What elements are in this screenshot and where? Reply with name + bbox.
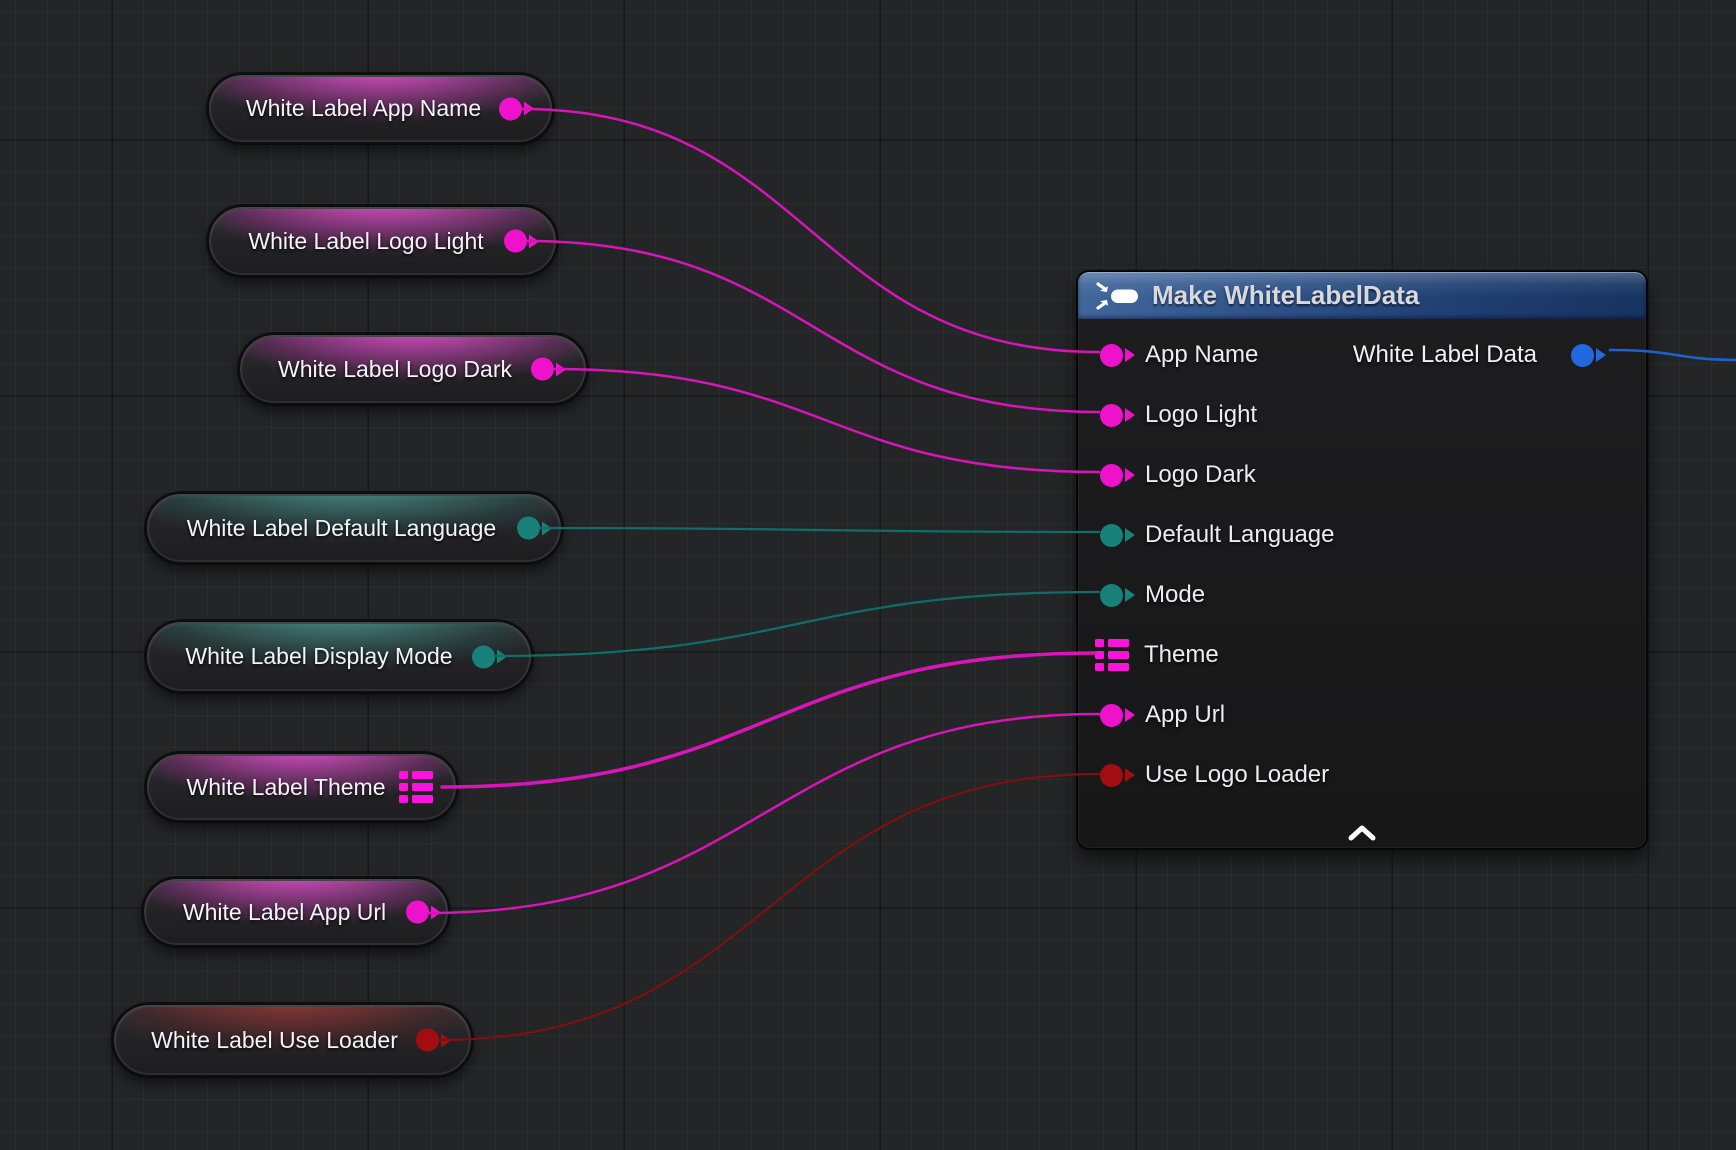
make-node-pin-rows: App Name White Label Data Logo Light Logo D… — [1078, 319, 1646, 805]
struct-icon-cell — [412, 783, 433, 791]
output-pin-white-label-data-dot — [1571, 344, 1594, 367]
getter-node-white-label-theme[interactable]: White Label Theme — [145, 752, 458, 822]
struct-icon-cell — [399, 771, 408, 779]
output-pin-white-label-display-mode-dot — [472, 645, 495, 668]
make-node-header[interactable]: Make WhiteLabelData — [1078, 272, 1646, 319]
output-pin-label: White Label Data — [1353, 341, 1537, 369]
blueprint-graph-canvas[interactable]: White Label App Name White Label Logo Lig… — [0, 0, 1736, 1150]
input-pin-row-theme: Theme — [1078, 625, 1646, 685]
getter-node-label: White Label Use Loader — [140, 1005, 409, 1075]
wire-from-white-label-default-language[interactable] — [540, 528, 1099, 532]
getter-node-label: White Label Logo Light — [235, 207, 497, 275]
input-pin-theme-struct[interactable] — [1095, 639, 1129, 671]
struct-icon-cell — [412, 771, 433, 779]
output-pin-group: White Label Data — [1353, 325, 1606, 385]
getter-node-label: White Label App Url — [170, 879, 399, 945]
wire-from-white-label-use-loader[interactable] — [440, 774, 1099, 1040]
getter-node-label: White Label App Name — [235, 75, 492, 142]
getter-node-white-label-app-name[interactable]: White Label App Name — [207, 73, 554, 144]
input-pin-2[interactable] — [1100, 464, 1135, 487]
input-pin-0-dot — [1100, 344, 1123, 367]
input-pin-0[interactable] — [1100, 344, 1135, 367]
struct-icon-cell — [1108, 663, 1129, 671]
input-pin-row-use-logo-loader: Use Logo Loader — [1078, 745, 1646, 805]
input-pin-label: App Url — [1145, 701, 1225, 729]
collapse-node-button[interactable] — [1347, 824, 1377, 842]
input-pin-label: Mode — [1145, 581, 1205, 609]
input-pin-7-arrow — [1125, 768, 1135, 782]
struct-output-pin-white-label-theme[interactable] — [399, 771, 433, 803]
input-pin-1[interactable] — [1100, 404, 1135, 427]
input-pin-row-mode: Mode — [1078, 565, 1646, 625]
input-pin-label: Default Language — [1145, 521, 1335, 549]
input-pin-1-dot — [1100, 404, 1123, 427]
wire-from-white-label-theme[interactable] — [442, 653, 1096, 787]
input-pin-row-app-name: App Name White Label Data — [1078, 325, 1646, 385]
input-pin-label: Logo Dark — [1145, 461, 1256, 489]
input-pin-4[interactable] — [1100, 584, 1135, 607]
input-pin-row-default-language: Default Language — [1078, 505, 1646, 565]
output-pin-white-label-data[interactable] — [1571, 344, 1606, 367]
getter-node-white-label-default-language[interactable]: White Label Default Language — [145, 492, 563, 564]
getter-node-label: White Label Logo Dark — [266, 335, 524, 403]
output-pin-white-label-logo-dark-dot — [531, 358, 554, 381]
wire-from-white-label-display-mode[interactable] — [495, 592, 1099, 656]
getter-node-white-label-logo-light[interactable]: White Label Logo Light — [207, 205, 558, 277]
input-pin-4-arrow — [1125, 588, 1135, 602]
input-pin-6-arrow — [1125, 708, 1135, 722]
input-pin-row-logo-dark: Logo Dark — [1078, 445, 1646, 505]
getter-node-white-label-app-url[interactable]: White Label App Url — [142, 877, 450, 947]
struct-icon-cell — [399, 795, 408, 803]
input-pin-label: Use Logo Loader — [1145, 761, 1329, 789]
getter-node-label: White Label Default Language — [173, 494, 510, 562]
input-pin-label: App Name — [1145, 341, 1258, 369]
output-pin-white-label-use-loader-dot — [416, 1029, 439, 1052]
output-pin-white-label-app-name-dot — [499, 97, 522, 120]
struct-icon-cell — [1108, 651, 1129, 659]
input-pin-6-dot — [1100, 704, 1123, 727]
input-pin-6[interactable] — [1100, 704, 1135, 727]
make-struct-icon — [1094, 280, 1140, 312]
output-pin-white-label-data-arrow — [1596, 348, 1606, 362]
getter-node-label: White Label Display Mode — [173, 622, 465, 691]
wire-from-white-label-logo-light[interactable] — [527, 241, 1099, 412]
input-pin-3-arrow — [1125, 528, 1135, 542]
wire-from-white-label-app-name[interactable] — [522, 109, 1099, 352]
input-pin-3-dot — [1100, 524, 1123, 547]
struct-icon-cell — [1108, 639, 1129, 647]
input-pin-3[interactable] — [1100, 524, 1135, 547]
make-whitelabeldata-node[interactable]: Make WhiteLabelData App Name White Label … — [1076, 270, 1648, 850]
getter-node-label: White Label Theme — [173, 754, 399, 820]
chevron-up-icon — [1347, 824, 1377, 842]
struct-icon-cell — [1095, 663, 1104, 671]
output-pin-white-label-default-language-dot — [517, 517, 540, 540]
output-pin-white-label-logo-light-dot — [504, 230, 527, 253]
input-pin-0-arrow — [1125, 348, 1135, 362]
struct-icon-cell — [412, 795, 433, 803]
input-pin-label: Theme — [1144, 641, 1219, 669]
input-pin-2-arrow — [1125, 468, 1135, 482]
getter-node-white-label-display-mode[interactable]: White Label Display Mode — [145, 620, 533, 693]
make-node-title: Make WhiteLabelData — [1152, 280, 1419, 311]
wire-from-white-label-app-url[interactable] — [429, 714, 1099, 913]
input-pin-2-dot — [1100, 464, 1123, 487]
input-pin-4-dot — [1100, 584, 1123, 607]
getter-node-white-label-logo-dark[interactable]: White Label Logo Dark — [238, 333, 588, 405]
struct-icon-cell — [1095, 639, 1104, 647]
output-pin-white-label-app-url-dot — [406, 901, 429, 924]
struct-icon-cell — [399, 783, 408, 791]
input-pin-7[interactable] — [1100, 764, 1135, 787]
input-pin-1-arrow — [1125, 408, 1135, 422]
input-pin-row-logo-light: Logo Light — [1078, 385, 1646, 445]
getter-node-white-label-use-loader[interactable]: White Label Use Loader — [112, 1003, 473, 1077]
wire-from-white-label-logo-dark[interactable] — [554, 369, 1099, 472]
input-pin-7-dot — [1100, 764, 1123, 787]
input-pin-row-app-url: App Url — [1078, 685, 1646, 745]
input-pin-label: Logo Light — [1145, 401, 1257, 429]
